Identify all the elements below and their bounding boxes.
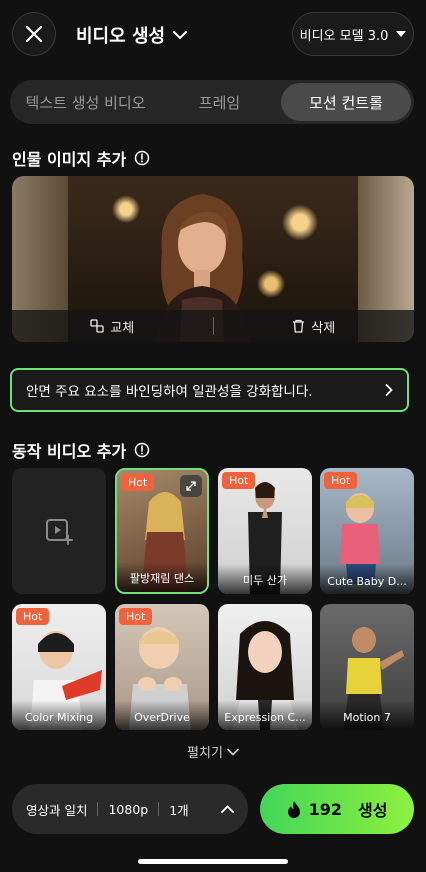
replace-label: 교체 (110, 320, 135, 336)
mode-tabs: 텍스트 생성 비디오 프레임 모션 컨트롤 (10, 80, 414, 124)
motion-video-item[interactable]: Hot 미두 산가 (218, 468, 312, 594)
motion-section-title-text: 동작 비디오 추가 (12, 442, 127, 461)
swap-icon[interactable] (180, 475, 202, 497)
generate-label: 생성 (357, 801, 388, 820)
close-button[interactable] (12, 12, 56, 56)
chevron-down-icon (173, 31, 188, 40)
trash-icon (293, 319, 305, 333)
motion-video-label: OverDrive (115, 700, 209, 730)
aspect-setting: 영상과 일치 (26, 802, 88, 818)
delete-button[interactable]: 삭제 (214, 317, 415, 336)
model-label: 비디오 모델 3.0 (299, 28, 389, 44)
resolution-setting: 1080p (108, 801, 149, 817)
banner-text: 안면 주요 요소를 바인딩하여 일관성을 강화합니다. (26, 384, 313, 400)
person-image-card[interactable]: 교체 삭제 (12, 176, 414, 342)
tab-frame[interactable]: 프레임 (158, 83, 281, 121)
page-title-text: 비디오 생성 (76, 26, 166, 47)
motion-video-item[interactable]: Hot OverDrive (115, 604, 209, 730)
motion-video-item[interactable]: Hot Color Mixing (12, 604, 106, 730)
model-selector[interactable]: 비디오 모델 3.0 (292, 12, 414, 56)
motion-video-item[interactable]: Motion 7 (320, 604, 414, 730)
flame-icon (287, 800, 300, 818)
header: 비디오 생성 비디오 모델 3.0 (0, 10, 426, 60)
add-motion-video-button[interactable] (12, 468, 106, 594)
person-section-title-text: 인물 이미지 추가 (12, 150, 127, 169)
hot-badge: Hot (121, 474, 155, 491)
info-icon[interactable] (134, 150, 150, 166)
settings-divider (97, 802, 99, 816)
chevron-right-icon (385, 384, 393, 396)
expand-label: 펼치기 (187, 746, 223, 761)
person-actions-bar: 교체 삭제 (12, 310, 414, 342)
motion-video-label: 미두 산가 (218, 564, 312, 594)
motion-video-item[interactable]: Hot 팔방재림 댄스 (115, 468, 209, 594)
tab-motion-control[interactable]: 모션 컨트롤 (281, 83, 411, 121)
home-indicator (138, 859, 288, 864)
info-icon[interactable] (134, 442, 150, 458)
page-title[interactable]: 비디오 생성 (76, 22, 188, 48)
motion-video-label: Expression C... (218, 700, 312, 730)
replace-button[interactable]: 교체 (12, 317, 213, 336)
motion-section-title: 동작 비디오 추가 (12, 438, 150, 462)
delete-label: 삭제 (311, 320, 336, 336)
motion-video-label: Motion 7 (320, 700, 414, 730)
hot-badge: Hot (16, 608, 50, 625)
settings-divider (158, 802, 160, 816)
tab-text-to-video[interactable]: 텍스트 생성 비디오 (13, 83, 158, 121)
close-icon (25, 25, 43, 43)
motion-video-item[interactable]: Hot Cute Baby D... (320, 468, 414, 594)
person-section-title: 인물 이미지 추가 (12, 146, 150, 170)
hot-badge: Hot (119, 608, 153, 625)
replace-icon (90, 319, 104, 333)
face-binding-banner[interactable]: 안면 주요 요소를 바인딩하여 일관성을 강화합니다. (10, 368, 409, 412)
motion-video-label: Cute Baby D... (320, 564, 414, 594)
add-video-icon (46, 519, 73, 545)
generate-button[interactable]: 192 생성 (260, 784, 414, 834)
caret-down-icon (396, 31, 407, 37)
count-setting: 1개 (169, 802, 189, 818)
hot-badge: Hot (324, 472, 358, 489)
motion-video-item[interactable]: Expression C... (218, 604, 312, 730)
motion-video-label: Color Mixing (12, 700, 106, 730)
expand-button[interactable]: 펼치기 (0, 742, 426, 761)
generation-settings-button[interactable]: 영상과 일치 1080p 1개 (12, 784, 248, 834)
hot-badge: Hot (222, 472, 256, 489)
chevron-down-icon (227, 748, 239, 756)
credit-cost: 192 (308, 799, 342, 819)
chevron-up-icon (221, 805, 234, 813)
motion-video-label: 팔방재림 댄스 (117, 562, 207, 592)
